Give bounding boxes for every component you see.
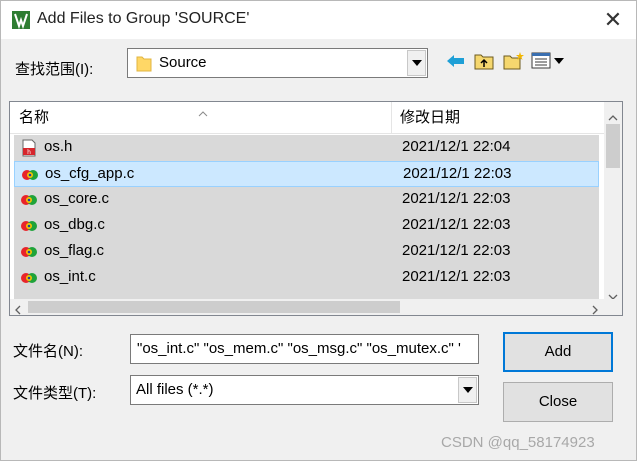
file-name-label: 文件名(N): <box>13 343 83 360</box>
scrollbar-corner <box>604 299 622 315</box>
new-folder-icon[interactable] <box>503 51 525 74</box>
file-row-os-cfg-app-c[interactable]: os_cfg_app.c 2021/12/1 22:03 <box>14 161 599 187</box>
look-in-value: Source <box>159 54 207 71</box>
c-file-icon <box>20 269 38 287</box>
title-bar: Add Files to Group 'SOURCE' ✕ <box>1 1 636 39</box>
file-row-os-h[interactable]: h os.h 2021/12/1 22:04 <box>14 135 599 161</box>
window-title: Add Files to Group 'SOURCE' <box>37 10 250 27</box>
horizontal-scrollbar[interactable] <box>10 299 604 315</box>
file-date: 2021/12/1 22:04 <box>402 138 511 155</box>
file-type-label: 文件类型(T): <box>13 385 97 402</box>
file-name-input[interactable]: "os_int.c" "os_mem.c" "os_msg.c" "os_mut… <box>130 334 479 364</box>
file-row-os-flag-c[interactable]: os_flag.c 2021/12/1 22:03 <box>14 239 599 265</box>
folder-icon <box>136 54 152 76</box>
file-date: 2021/12/1 22:03 <box>402 268 511 285</box>
file-name: os_int.c <box>44 268 96 285</box>
sort-ascending-icon <box>198 104 208 121</box>
list-header: 名称 修改日期 <box>10 102 604 134</box>
file-type-value: All files (*.*) <box>136 381 214 398</box>
file-list[interactable]: 名称 修改日期 h os.h 2021/12/1 22:04 os_cfg_ap… <box>9 101 623 316</box>
column-header-date[interactable]: 修改日期 <box>400 102 460 134</box>
vertical-scroll-thumb[interactable] <box>606 124 620 168</box>
file-name: os_dbg.c <box>44 216 105 233</box>
file-type-dropdown-button[interactable] <box>458 377 477 403</box>
file-row-os-core-c[interactable]: os_core.c 2021/12/1 22:03 <box>14 187 599 213</box>
keil-app-icon <box>12 11 30 30</box>
file-name: os.h <box>44 138 73 155</box>
file-date: 2021/12/1 22:03 <box>403 165 512 182</box>
c-file-icon <box>21 166 39 184</box>
look-in-label: 查找范围(I): <box>15 61 94 78</box>
close-window-icon[interactable]: ✕ <box>598 5 628 35</box>
close-button[interactable]: Close <box>503 382 613 422</box>
file-name-value: "os_int.c" "os_mem.c" "os_msg.c" "os_mut… <box>137 340 461 357</box>
file-name: os_flag.c <box>44 242 105 259</box>
file-date: 2021/12/1 22:03 <box>402 242 511 259</box>
column-header-name[interactable]: 名称 <box>19 102 49 134</box>
back-arrow-icon[interactable] <box>446 53 466 73</box>
file-row-partial[interactable] <box>14 291 599 299</box>
scroll-right-icon[interactable] <box>592 302 598 315</box>
view-menu-icon[interactable] <box>531 52 567 73</box>
horizontal-scroll-thumb[interactable] <box>28 301 400 313</box>
file-date: 2021/12/1 22:03 <box>402 190 511 207</box>
svg-text:h: h <box>27 149 31 156</box>
look-in-dropdown-button[interactable] <box>407 50 426 76</box>
file-row-os-dbg-c[interactable]: os_dbg.c 2021/12/1 22:03 <box>14 213 599 239</box>
column-separator[interactable] <box>391 102 392 134</box>
header-file-icon: h <box>20 139 38 157</box>
c-file-icon <box>20 243 38 261</box>
c-file-icon <box>20 191 38 209</box>
file-type-combobox[interactable]: All files (*.*) <box>130 375 479 405</box>
up-folder-icon[interactable] <box>474 52 494 74</box>
add-button[interactable]: Add <box>503 332 613 372</box>
scroll-left-icon[interactable] <box>15 302 21 315</box>
file-row-os-int-c[interactable]: os_int.c 2021/12/1 22:03 <box>14 265 599 291</box>
add-files-dialog: Add Files to Group 'SOURCE' ✕ 查找范围(I): S… <box>0 0 637 461</box>
scroll-up-icon[interactable] <box>608 108 618 125</box>
file-name: os_core.c <box>44 190 110 207</box>
list-rows: h os.h 2021/12/1 22:04 os_cfg_app.c 2021… <box>10 134 604 299</box>
look-in-combobox[interactable]: Source <box>127 48 428 78</box>
file-name: os_cfg_app.c <box>45 165 135 182</box>
file-date: 2021/12/1 22:03 <box>402 216 511 233</box>
watermark-text: CSDN @qq_58174923 <box>441 434 595 451</box>
c-file-icon <box>20 217 38 235</box>
vertical-scrollbar[interactable] <box>604 102 622 300</box>
